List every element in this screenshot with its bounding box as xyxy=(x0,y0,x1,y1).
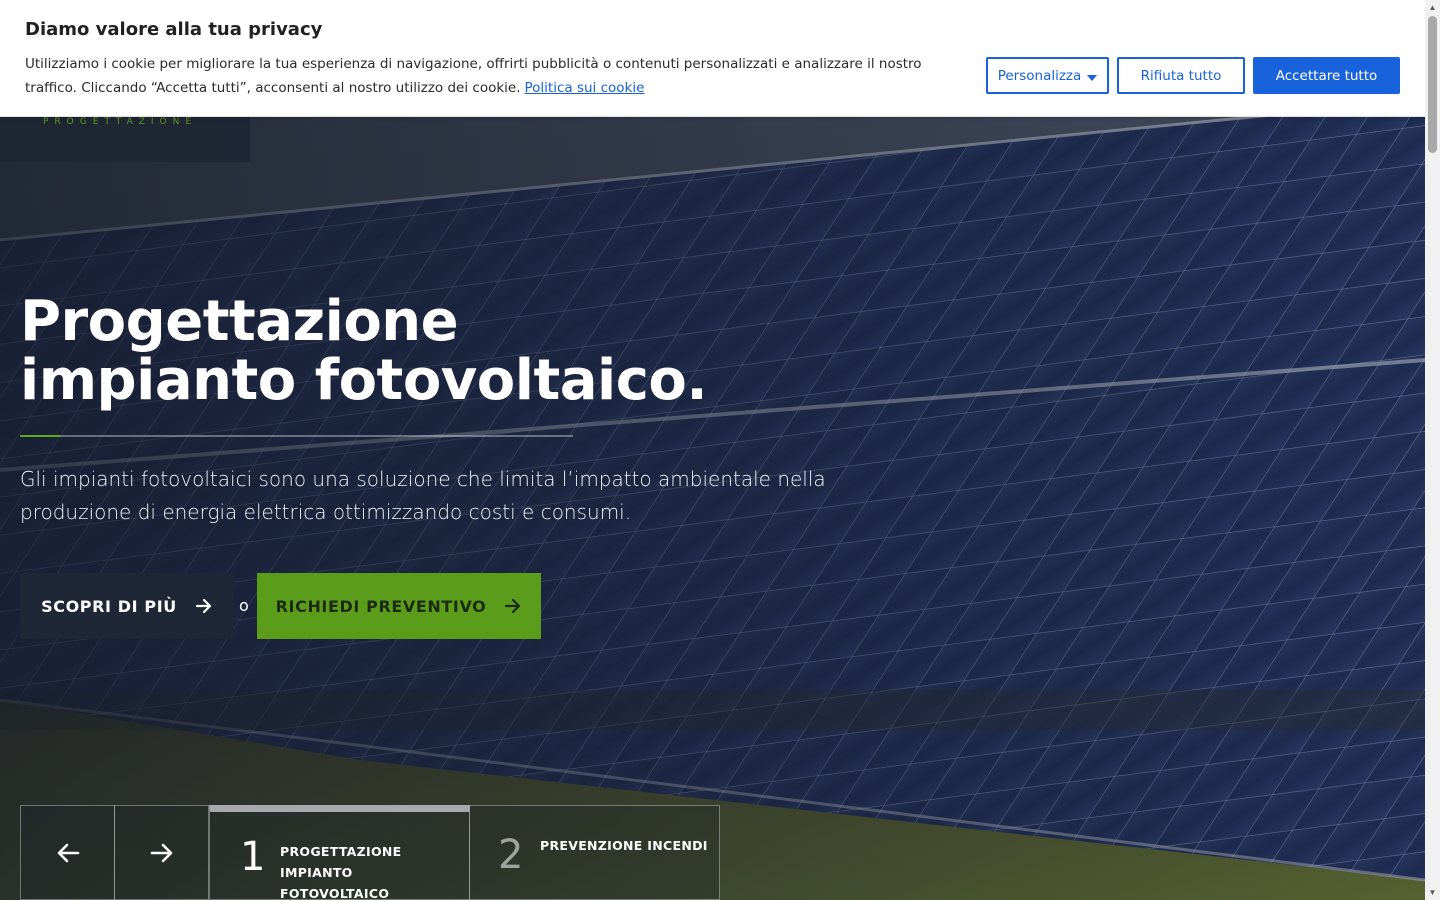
slider-tab-2[interactable]: 2 PREVENZIONE INCENDI xyxy=(469,805,720,900)
cookie-banner-title: Diamo valore alla tua privacy xyxy=(25,19,323,40)
caret-down-icon xyxy=(1087,74,1098,81)
hero-divider-accent xyxy=(20,435,60,437)
slider-navigation: 1 PROGETTAZIONE IMPIANTO FOTOVOLTAICO 2 … xyxy=(20,805,720,900)
arrow-left-icon xyxy=(57,843,79,862)
hero-subtitle: Gli impianti fotovoltaici sono una soluz… xyxy=(20,467,826,524)
customize-button[interactable]: Personalizza xyxy=(986,57,1109,94)
hero-title: Progettazione impianto fotovoltaico. xyxy=(20,289,708,413)
slider-tab-number: 1 xyxy=(240,834,266,880)
or-separator: o xyxy=(239,596,249,615)
reject-all-button[interactable]: Rifiuta tutto xyxy=(1117,57,1245,94)
scroll-up-icon[interactable]: ▲ xyxy=(1428,3,1437,12)
request-quote-button[interactable]: RICHIEDI PREVENTIVO xyxy=(257,573,541,639)
cookie-banner-text: Utilizziamo i cookie per migliorare la t… xyxy=(25,52,945,100)
accept-all-button[interactable]: Accettare tutto xyxy=(1253,57,1400,94)
logo-tagline: PROGETTAZIONE xyxy=(43,117,198,127)
cookie-consent-banner: Diamo valore alla tua privacy Utilizziam… xyxy=(0,0,1425,117)
slider-tab-1[interactable]: 1 PROGETTAZIONE IMPIANTO FOTOVOLTAICO xyxy=(209,805,470,900)
cookie-policy-link[interactable]: Politica sui cookie xyxy=(525,80,645,96)
customize-label: Personalizza xyxy=(997,67,1082,84)
cookie-banner-description: Utilizziamo i cookie per migliorare la t… xyxy=(25,56,922,96)
arrow-right-icon xyxy=(195,597,213,615)
hero-section: PROGETTAZIONE Progettazione impianto fot… xyxy=(0,0,1425,900)
arrow-right-icon xyxy=(504,597,522,615)
slider-tab-number: 2 xyxy=(498,832,524,878)
slider-tab-label: PROGETTAZIONE IMPIANTO FOTOVOLTAICO xyxy=(280,844,402,900)
slider-prev-button[interactable] xyxy=(20,805,115,900)
request-quote-label: RICHIEDI PREVENTIVO xyxy=(275,596,487,616)
scroll-down-icon[interactable]: ▼ xyxy=(1428,888,1437,897)
page-scrollbar[interactable]: ▲ ▼ xyxy=(1425,0,1440,900)
learn-more-button[interactable]: SCOPRI DI PIÙ xyxy=(20,573,234,639)
scrollbar-thumb[interactable] xyxy=(1428,16,1437,153)
learn-more-label: SCOPRI DI PIÙ xyxy=(41,596,177,616)
arrow-right-icon xyxy=(150,843,172,862)
slider-next-button[interactable] xyxy=(114,805,209,900)
hero-divider xyxy=(20,435,573,437)
slider-tab-label: PREVENZIONE INCENDI xyxy=(540,838,708,853)
